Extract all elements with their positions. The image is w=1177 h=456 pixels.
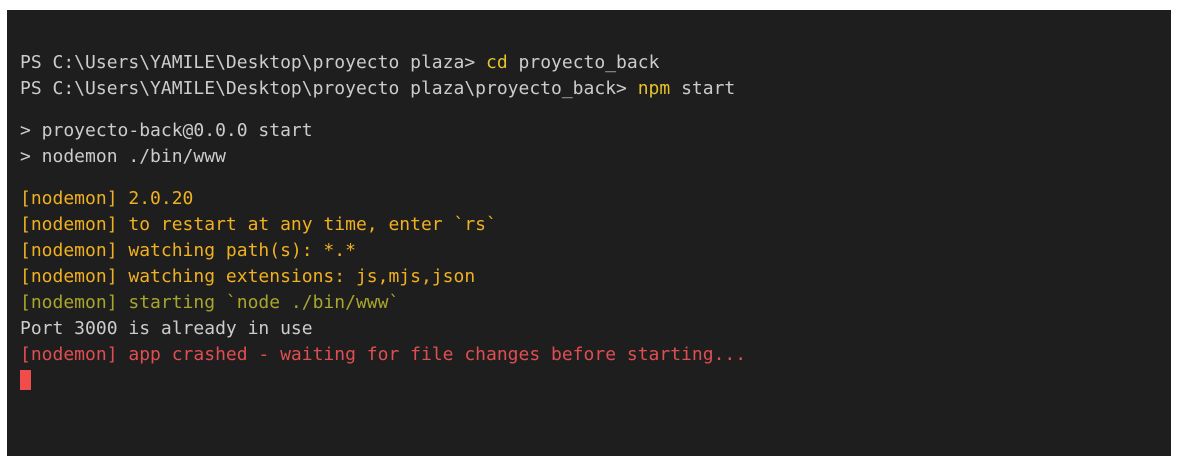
command-args: proyecto_back xyxy=(507,52,660,73)
nodemon-start-line: [nodemon] starting `node ./bin/www` xyxy=(20,292,400,313)
app-crashed-message: [nodemon] app crashed - waiting for file… xyxy=(20,344,747,365)
terminal-line-prompt-npm: PS C:\Users\YAMILE\Desktop\proyecto plaz… xyxy=(20,76,1171,102)
terminal-input-line[interactable] xyxy=(20,368,1171,394)
command-args: start xyxy=(670,78,736,99)
nodemon-info-line: [nodemon] 2.0.20 xyxy=(20,188,194,209)
nodemon-info-line: [nodemon] watching path(s): *.* xyxy=(20,240,356,261)
command-name: cd xyxy=(486,52,508,73)
terminal-panel[interactable]: PS C:\Users\YAMILE\Desktop\proyecto plaz… xyxy=(7,10,1171,456)
terminal-cursor xyxy=(20,370,31,390)
prompt-prefix: PS C:\Users\YAMILE\Desktop\proyecto plaz… xyxy=(20,52,486,73)
command-name: npm xyxy=(637,78,671,99)
nodemon-info-line: [nodemon] watching extensions: js,mjs,js… xyxy=(20,266,476,287)
npm-script-line: > proyecto-back@0.0.0 start xyxy=(20,120,313,141)
npm-script-line: > nodemon ./bin/www xyxy=(20,146,226,167)
port-in-use-message: Port 3000 is already in use xyxy=(20,318,313,339)
terminal-line-prompt-cd: PS C:\Users\YAMILE\Desktop\proyecto plaz… xyxy=(20,50,1171,76)
nodemon-info-line: [nodemon] to restart at any time, enter … xyxy=(20,214,497,235)
prompt-prefix: PS C:\Users\YAMILE\Desktop\proyecto plaz… xyxy=(20,78,638,99)
